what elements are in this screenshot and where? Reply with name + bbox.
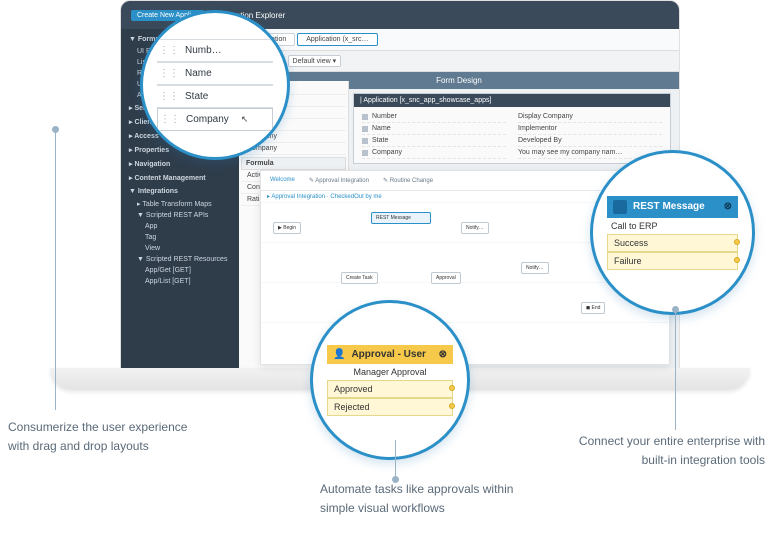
- connector-line: [675, 310, 676, 430]
- sidebar-item-integrations[interactable]: ▼ Integrations: [121, 185, 239, 198]
- palette-group[interactable]: Formula: [241, 157, 346, 170]
- rest-title: REST Message: [633, 201, 705, 212]
- wf-node[interactable]: Notify…: [521, 262, 549, 274]
- sidebar-item[interactable]: ▼ Scripted REST Resources: [121, 254, 239, 265]
- view-dropdown[interactable]: Default view ▾: [288, 55, 342, 67]
- drag-handle-icon[interactable]: ⋮⋮: [160, 114, 180, 125]
- wf-node[interactable]: Create Task: [341, 272, 378, 284]
- zoom-field[interactable]: ⋮⋮State: [157, 85, 273, 108]
- zoom-drag-drop: ⋮⋮Numb… ⋮⋮Name ⋮⋮State ⋮⋮Company ↖: [140, 10, 290, 160]
- drag-handle-icon[interactable]: [362, 138, 368, 144]
- sidebar-item[interactable]: Tag: [121, 232, 239, 243]
- panel-header: | Application [x_snc_app_showcase_apps]: [354, 94, 670, 107]
- output-port-icon[interactable]: [734, 257, 740, 263]
- form-field[interactable]: State: [362, 135, 506, 147]
- approval-subtitle: Manager Approval: [327, 364, 453, 380]
- zoom-approval: 👤 Approval - User ⊗ Manager Approval App…: [310, 300, 470, 460]
- sidebar-item[interactable]: App/Get [GET]: [121, 265, 239, 276]
- connector-line: [55, 130, 56, 410]
- wf-node[interactable]: Notify…: [461, 222, 489, 234]
- sidebar-item[interactable]: App: [121, 221, 239, 232]
- approval-header[interactable]: 👤 Approval - User ⊗: [327, 345, 453, 364]
- rest-option-failure[interactable]: Failure: [607, 252, 738, 270]
- form-field[interactable]: Company: [362, 147, 506, 159]
- drag-handle-icon[interactable]: ⋮⋮: [159, 91, 179, 102]
- sidebar-item[interactable]: App/List [GET]: [121, 276, 239, 287]
- caption-workflows: Automate tasks like approvals within sim…: [320, 480, 520, 518]
- zoom-field-dragging[interactable]: ⋮⋮Company ↖: [157, 108, 273, 131]
- sidebar-item[interactable]: ▼ Scripted REST APIs: [121, 210, 239, 221]
- wf-node-end[interactable]: ◼ End: [581, 302, 605, 314]
- form-field[interactable]: Developed By: [518, 135, 662, 147]
- output-port-icon[interactable]: [449, 385, 455, 391]
- toolbar: op_es ▾ Default view ▾: [239, 51, 679, 72]
- rest-icon: [613, 200, 627, 214]
- drag-handle-icon[interactable]: [362, 126, 368, 132]
- breadcrumbs: Application Application (x_src…: [239, 29, 679, 51]
- form-field[interactable]: Implementor: [518, 123, 662, 135]
- close-icon[interactable]: ⊗: [439, 349, 447, 360]
- drag-handle-icon[interactable]: [362, 114, 368, 120]
- wf-node-begin[interactable]: ▶ Begin: [273, 222, 301, 234]
- cursor-icon: ↖: [241, 114, 249, 125]
- sidebar-item[interactable]: ▸ Content Management: [121, 171, 239, 185]
- drag-handle-icon[interactable]: ⋮⋮: [159, 68, 179, 79]
- approval-option-approved[interactable]: Approved: [327, 380, 453, 398]
- output-port-icon[interactable]: [734, 239, 740, 245]
- form-panel: | Application [x_snc_app_showcase_apps] …: [353, 93, 671, 164]
- rest-subtitle: Call to ERP: [607, 218, 738, 234]
- form-field[interactable]: Number: [362, 111, 506, 123]
- sidebar-item[interactable]: ▸ Table Transform Maps: [121, 198, 239, 210]
- sidebar-item[interactable]: View: [121, 243, 239, 254]
- connector-dot: [52, 126, 59, 133]
- drag-handle-icon[interactable]: ⋮⋮: [159, 45, 179, 56]
- workflow-tab[interactable]: Welcome: [265, 175, 300, 186]
- zoom-field[interactable]: ⋮⋮Numb…: [157, 39, 273, 62]
- zoom-rest: REST Message ⊗ Call to ERP Success Failu…: [590, 150, 755, 315]
- drag-handle-icon[interactable]: [362, 150, 368, 156]
- rest-header[interactable]: REST Message ⊗: [607, 196, 738, 218]
- caption-integration: Connect your entire enterprise with buil…: [575, 432, 765, 470]
- workflow-tab[interactable]: ✎ Routine Change: [378, 175, 438, 186]
- approval-option-rejected[interactable]: Rejected: [327, 398, 453, 416]
- caption-drag-drop: Consumerize the user experience with dra…: [8, 418, 198, 456]
- wf-node-rest[interactable]: REST Message: [371, 212, 431, 224]
- user-icon: 👤: [333, 349, 345, 360]
- breadcrumb-item[interactable]: Application (x_src…: [297, 33, 377, 46]
- output-port-icon[interactable]: [449, 403, 455, 409]
- connector-dot: [672, 306, 679, 313]
- close-icon[interactable]: ⊗: [724, 201, 732, 212]
- approval-title: Approval - User: [351, 349, 425, 360]
- wf-node-approval[interactable]: Approval: [431, 272, 461, 284]
- workflow-tab[interactable]: ✎ Approval Integration: [304, 175, 374, 186]
- zoom-field[interactable]: ⋮⋮Name: [157, 62, 273, 85]
- form-field[interactable]: Name: [362, 123, 506, 135]
- form-field[interactable]: Display Company: [518, 111, 662, 123]
- rest-option-success[interactable]: Success: [607, 234, 738, 252]
- connector-line: [395, 440, 396, 480]
